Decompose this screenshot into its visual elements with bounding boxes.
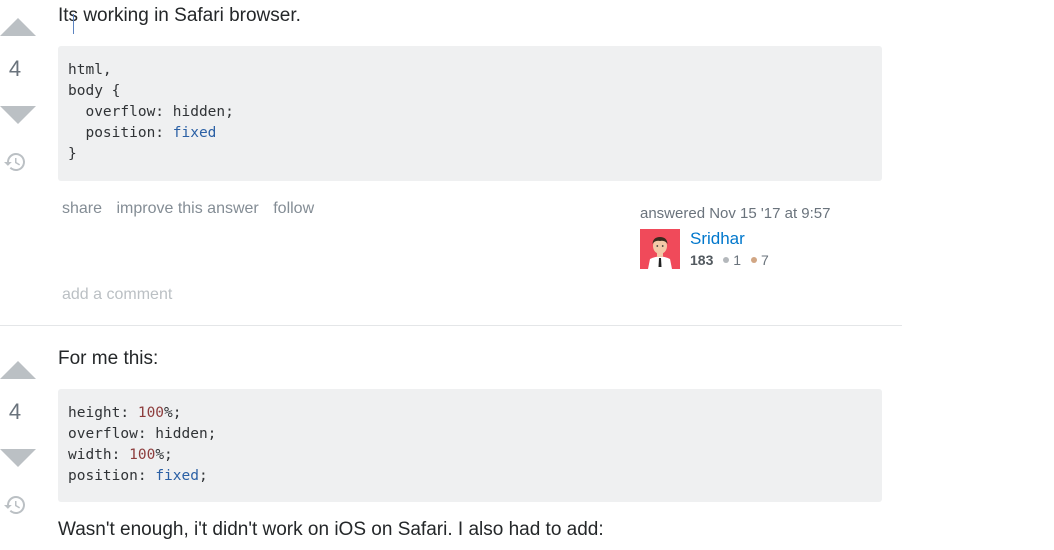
code-block: html, body { overflow: hidden; position:… [58,46,882,181]
answer-text: For me this: [58,348,159,369]
text-cursor [73,14,74,34]
code-line: width: 100%; [68,447,173,463]
follow-link[interactable]: follow [273,200,314,217]
history-icon[interactable] [3,150,27,174]
code-block: height: 100%; overflow: hidden; width: 1… [58,389,882,502]
downvote-button[interactable] [0,106,36,124]
bronze-badge-icon [750,257,757,263]
code-line: overflow: hidden; [68,104,234,120]
reputation-score: 183 [690,252,714,268]
post-menu: share improve this answer follow [62,200,324,218]
code-line: html, [68,62,112,78]
improve-answer-link[interactable]: improve this answer [116,200,258,217]
vote-count: 4 [8,399,22,424]
code-line: position: fixed; [68,468,208,484]
upvote-button[interactable] [0,18,36,36]
silver-badge-count: 1 [733,252,742,268]
user-name-link[interactable]: Sridhar [690,229,745,249]
answer-text-continued: Wasn't enough, i't didn't work on iOS on… [58,519,604,540]
downvote-button[interactable] [0,449,36,467]
code-line: } [68,146,77,162]
code-line: position: fixed [68,125,217,141]
answer-divider [0,325,902,326]
answered-timestamp: answered Nov 15 '17 at 9:57 [640,205,831,222]
vote-count: 4 [8,56,22,81]
avatar[interactable] [640,229,680,269]
code-line: height: 100%; [68,405,182,421]
history-icon[interactable] [3,493,27,517]
code-line: overflow: hidden; [68,426,217,442]
silver-badge-icon [723,257,730,263]
bronze-badge-count: 7 [760,252,769,268]
user-signature: answered Nov 15 '17 at 9:57 Sridhar 183 … [640,205,900,269]
code-line: body { [68,83,121,99]
user-avatar-icon [640,229,680,269]
add-comment-link[interactable]: add a comment [62,286,172,304]
user-reputation: 183 1 7 [690,252,769,268]
answer-text: Its working in Safari browser. [58,5,301,26]
share-link[interactable]: share [62,200,102,217]
upvote-button[interactable] [0,361,36,379]
page: 4 Its working in Safari browser. html, b… [0,0,1054,550]
